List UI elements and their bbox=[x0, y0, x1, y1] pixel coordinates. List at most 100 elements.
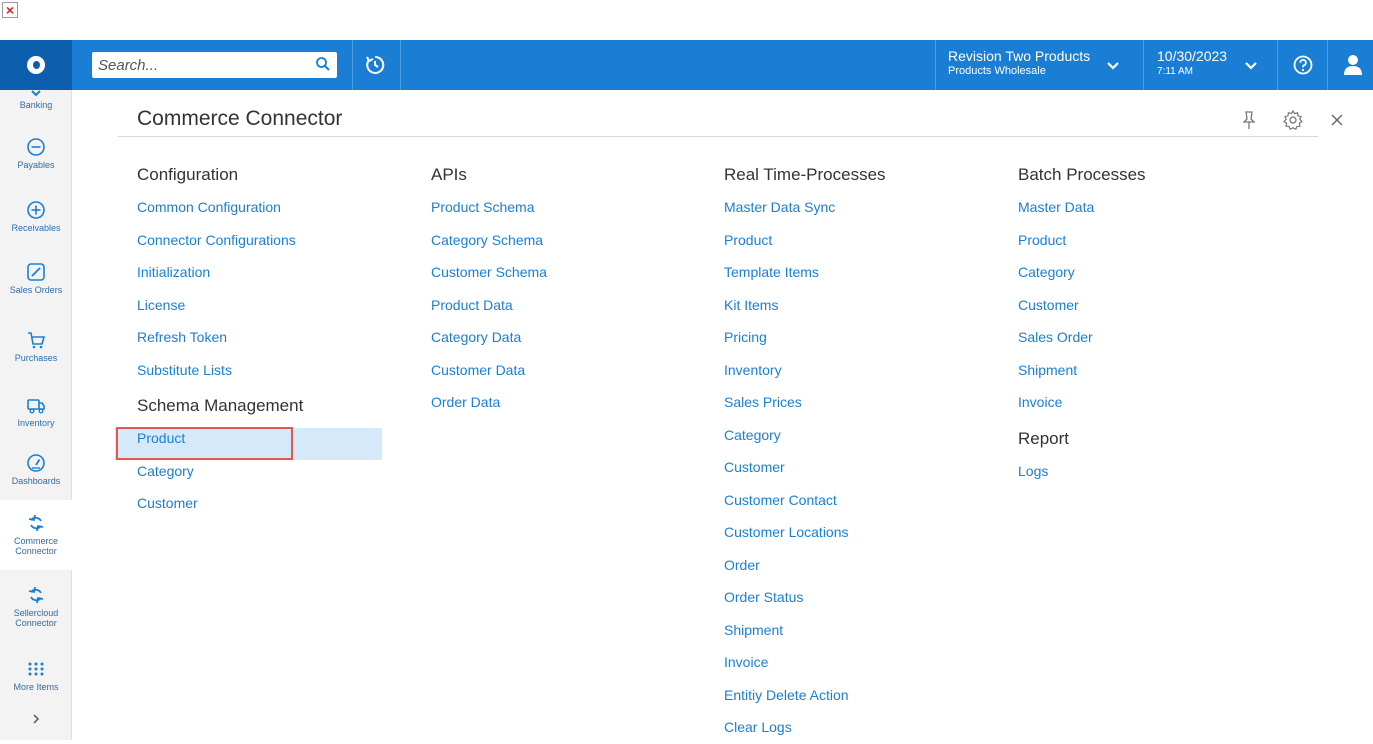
sidebar-item-label: Receivables bbox=[11, 223, 61, 233]
menu-link-order[interactable]: Order bbox=[724, 549, 984, 582]
menu-link-batch-sales-order[interactable]: Sales Order bbox=[1018, 321, 1268, 354]
sync-icon bbox=[28, 586, 44, 604]
menu-link-shipment[interactable]: Shipment bbox=[724, 614, 984, 647]
chevron-right-icon bbox=[33, 714, 40, 724]
sidebar-item-label: Inventory bbox=[17, 418, 55, 428]
sidebar-item-sellercloud-connector[interactable]: Sellercloud Connector bbox=[0, 584, 72, 628]
section-heading: Batch Processes bbox=[1018, 165, 1146, 184]
broken-image-icon: × bbox=[2, 2, 18, 18]
chevron-down-icon[interactable] bbox=[1106, 61, 1120, 71]
sidebar-item-banking[interactable]: Banking bbox=[0, 90, 72, 110]
menu-link-substitute-lists[interactable]: Substitute Lists bbox=[137, 354, 387, 387]
menu-link-kit-items[interactable]: Kit Items bbox=[724, 289, 984, 322]
date-value: 10/30/2023 bbox=[1157, 48, 1228, 64]
menu-link-batch-shipment[interactable]: Shipment bbox=[1018, 354, 1268, 387]
sidebar-item-inventory[interactable]: Inventory bbox=[0, 394, 72, 428]
menu-link-batch-customer[interactable]: Customer bbox=[1018, 289, 1268, 322]
menu-link-common-configuration[interactable]: Common Configuration bbox=[137, 191, 387, 224]
sidebar-item-receivables[interactable]: Receivables bbox=[0, 199, 72, 233]
menu-link-customer[interactable]: Customer bbox=[724, 451, 984, 484]
menu-link-product[interactable]: Product bbox=[724, 224, 984, 257]
search-box bbox=[92, 52, 337, 78]
logo-icon bbox=[27, 56, 45, 74]
app-logo[interactable] bbox=[0, 40, 72, 90]
sidebar-item-purchases[interactable]: Purchases bbox=[0, 329, 72, 363]
sidebar-item-sales-orders[interactable]: Sales Orders bbox=[0, 261, 72, 295]
menu-link-initialization[interactable]: Initialization bbox=[137, 256, 387, 289]
menu-link-sales-prices[interactable]: Sales Prices bbox=[724, 386, 984, 419]
menu-link-refresh-token[interactable]: Refresh Token bbox=[137, 321, 387, 354]
grid-dots-icon bbox=[28, 662, 44, 676]
tenant-selector[interactable]: Revision Two Products Products Wholesale bbox=[948, 48, 1090, 78]
sidebar: Banking Payables Receivables Sales Order… bbox=[0, 90, 72, 740]
menu-link-batch-category[interactable]: Category bbox=[1018, 256, 1268, 289]
menu-link-customer-data[interactable]: Customer Data bbox=[431, 354, 681, 387]
title-divider bbox=[118, 136, 1318, 137]
page-title: Commerce Connector bbox=[137, 107, 343, 130]
sidebar-item-commerce-connector[interactable]: Commerce Connector bbox=[0, 500, 72, 570]
menu-link-master-data-sync[interactable]: Master Data Sync bbox=[724, 191, 984, 224]
menu-link-category[interactable]: Category bbox=[724, 419, 984, 452]
section-heading: Real Time-Processes bbox=[724, 165, 886, 184]
menu-link-master-data[interactable]: Master Data bbox=[1018, 191, 1268, 224]
menu-link-license[interactable]: License bbox=[137, 289, 387, 322]
help-icon[interactable] bbox=[1292, 54, 1314, 76]
menu-link-batch-product[interactable]: Product bbox=[1018, 224, 1268, 257]
menu-link-product-schema[interactable]: Product Schema bbox=[431, 191, 681, 224]
menu-link-category-data[interactable]: Category Data bbox=[431, 321, 681, 354]
menu-link-batch-invoice[interactable]: Invoice bbox=[1018, 386, 1268, 419]
sidebar-item-label: Purchases bbox=[14, 353, 58, 363]
menu-link-category-schema[interactable]: Category Schema bbox=[431, 224, 681, 257]
search-icon[interactable] bbox=[315, 56, 331, 72]
topbar-divider bbox=[400, 40, 401, 90]
sidebar-item-more-items[interactable]: More Items bbox=[0, 658, 72, 692]
user-icon[interactable] bbox=[1342, 53, 1364, 77]
pin-icon[interactable] bbox=[1240, 110, 1258, 130]
menu-link-entity-delete-action[interactable]: Entitiy Delete Action bbox=[724, 679, 984, 712]
sidebar-item-label: Commerce Connector bbox=[13, 536, 58, 556]
menu-link-order-data[interactable]: Order Data bbox=[431, 386, 681, 419]
menu-link-order-status[interactable]: Order Status bbox=[724, 581, 984, 614]
sync-icon bbox=[28, 514, 44, 532]
tenant-name: Revision Two Products bbox=[948, 48, 1091, 64]
tenant-branch: Products Wholesale bbox=[948, 65, 1046, 77]
sidebar-expand-button[interactable] bbox=[0, 712, 72, 728]
minus-circle-icon bbox=[27, 138, 45, 156]
time-value: 7:11 AM bbox=[1157, 66, 1193, 77]
business-date[interactable]: 10/30/2023 7:11 AM bbox=[1157, 48, 1227, 78]
sidebar-item-payables[interactable]: Payables bbox=[0, 136, 72, 170]
menu-link-inventory[interactable]: Inventory bbox=[724, 354, 984, 387]
close-icon[interactable] bbox=[1330, 113, 1344, 127]
chevron-down-icon[interactable] bbox=[1244, 61, 1258, 71]
menu-link-customer-locations[interactable]: Customer Locations bbox=[724, 516, 984, 549]
menu-link-schema-product[interactable]: Product bbox=[137, 422, 387, 455]
menu-link-connector-configurations[interactable]: Connector Configurations bbox=[137, 224, 387, 257]
menu-link-clear-logs[interactable]: Clear Logs bbox=[724, 711, 984, 744]
sidebar-item-dashboards[interactable]: Dashboards bbox=[0, 452, 72, 486]
search-input[interactable] bbox=[92, 53, 314, 77]
column-configuration: Configuration Common Configuration Conne… bbox=[137, 159, 387, 520]
menu-link-template-items[interactable]: Template Items bbox=[724, 256, 984, 289]
banking-icon bbox=[31, 90, 41, 97]
menu-link-invoice[interactable]: Invoice bbox=[724, 646, 984, 679]
menu-link-pricing[interactable]: Pricing bbox=[724, 321, 984, 354]
sidebar-item-label: More Items bbox=[13, 682, 59, 692]
topbar-divider bbox=[935, 40, 936, 90]
menu-link-schema-category[interactable]: Category bbox=[137, 455, 387, 488]
topbar-divider bbox=[1277, 40, 1278, 90]
menu-link-schema-customer[interactable]: Customer bbox=[137, 487, 387, 520]
menu-link-logs[interactable]: Logs bbox=[1018, 455, 1268, 488]
gear-icon[interactable] bbox=[1282, 109, 1304, 131]
menu-link-customer-contact[interactable]: Customer Contact bbox=[724, 484, 984, 517]
plus-circle-icon bbox=[27, 201, 45, 219]
section-heading: Configuration bbox=[137, 165, 239, 184]
column-apis: APIs Product Schema Category Schema Cust… bbox=[431, 159, 681, 419]
cart-icon bbox=[28, 332, 46, 349]
menu-link-product-data[interactable]: Product Data bbox=[431, 289, 681, 322]
truck-icon bbox=[27, 399, 45, 414]
pencil-icon bbox=[27, 263, 45, 281]
menu-link-customer-schema[interactable]: Customer Schema bbox=[431, 256, 681, 289]
topbar-divider bbox=[1327, 40, 1328, 90]
column-batch-processes: Batch Processes Master Data Product Cate… bbox=[1018, 159, 1268, 487]
history-icon[interactable] bbox=[364, 54, 386, 76]
